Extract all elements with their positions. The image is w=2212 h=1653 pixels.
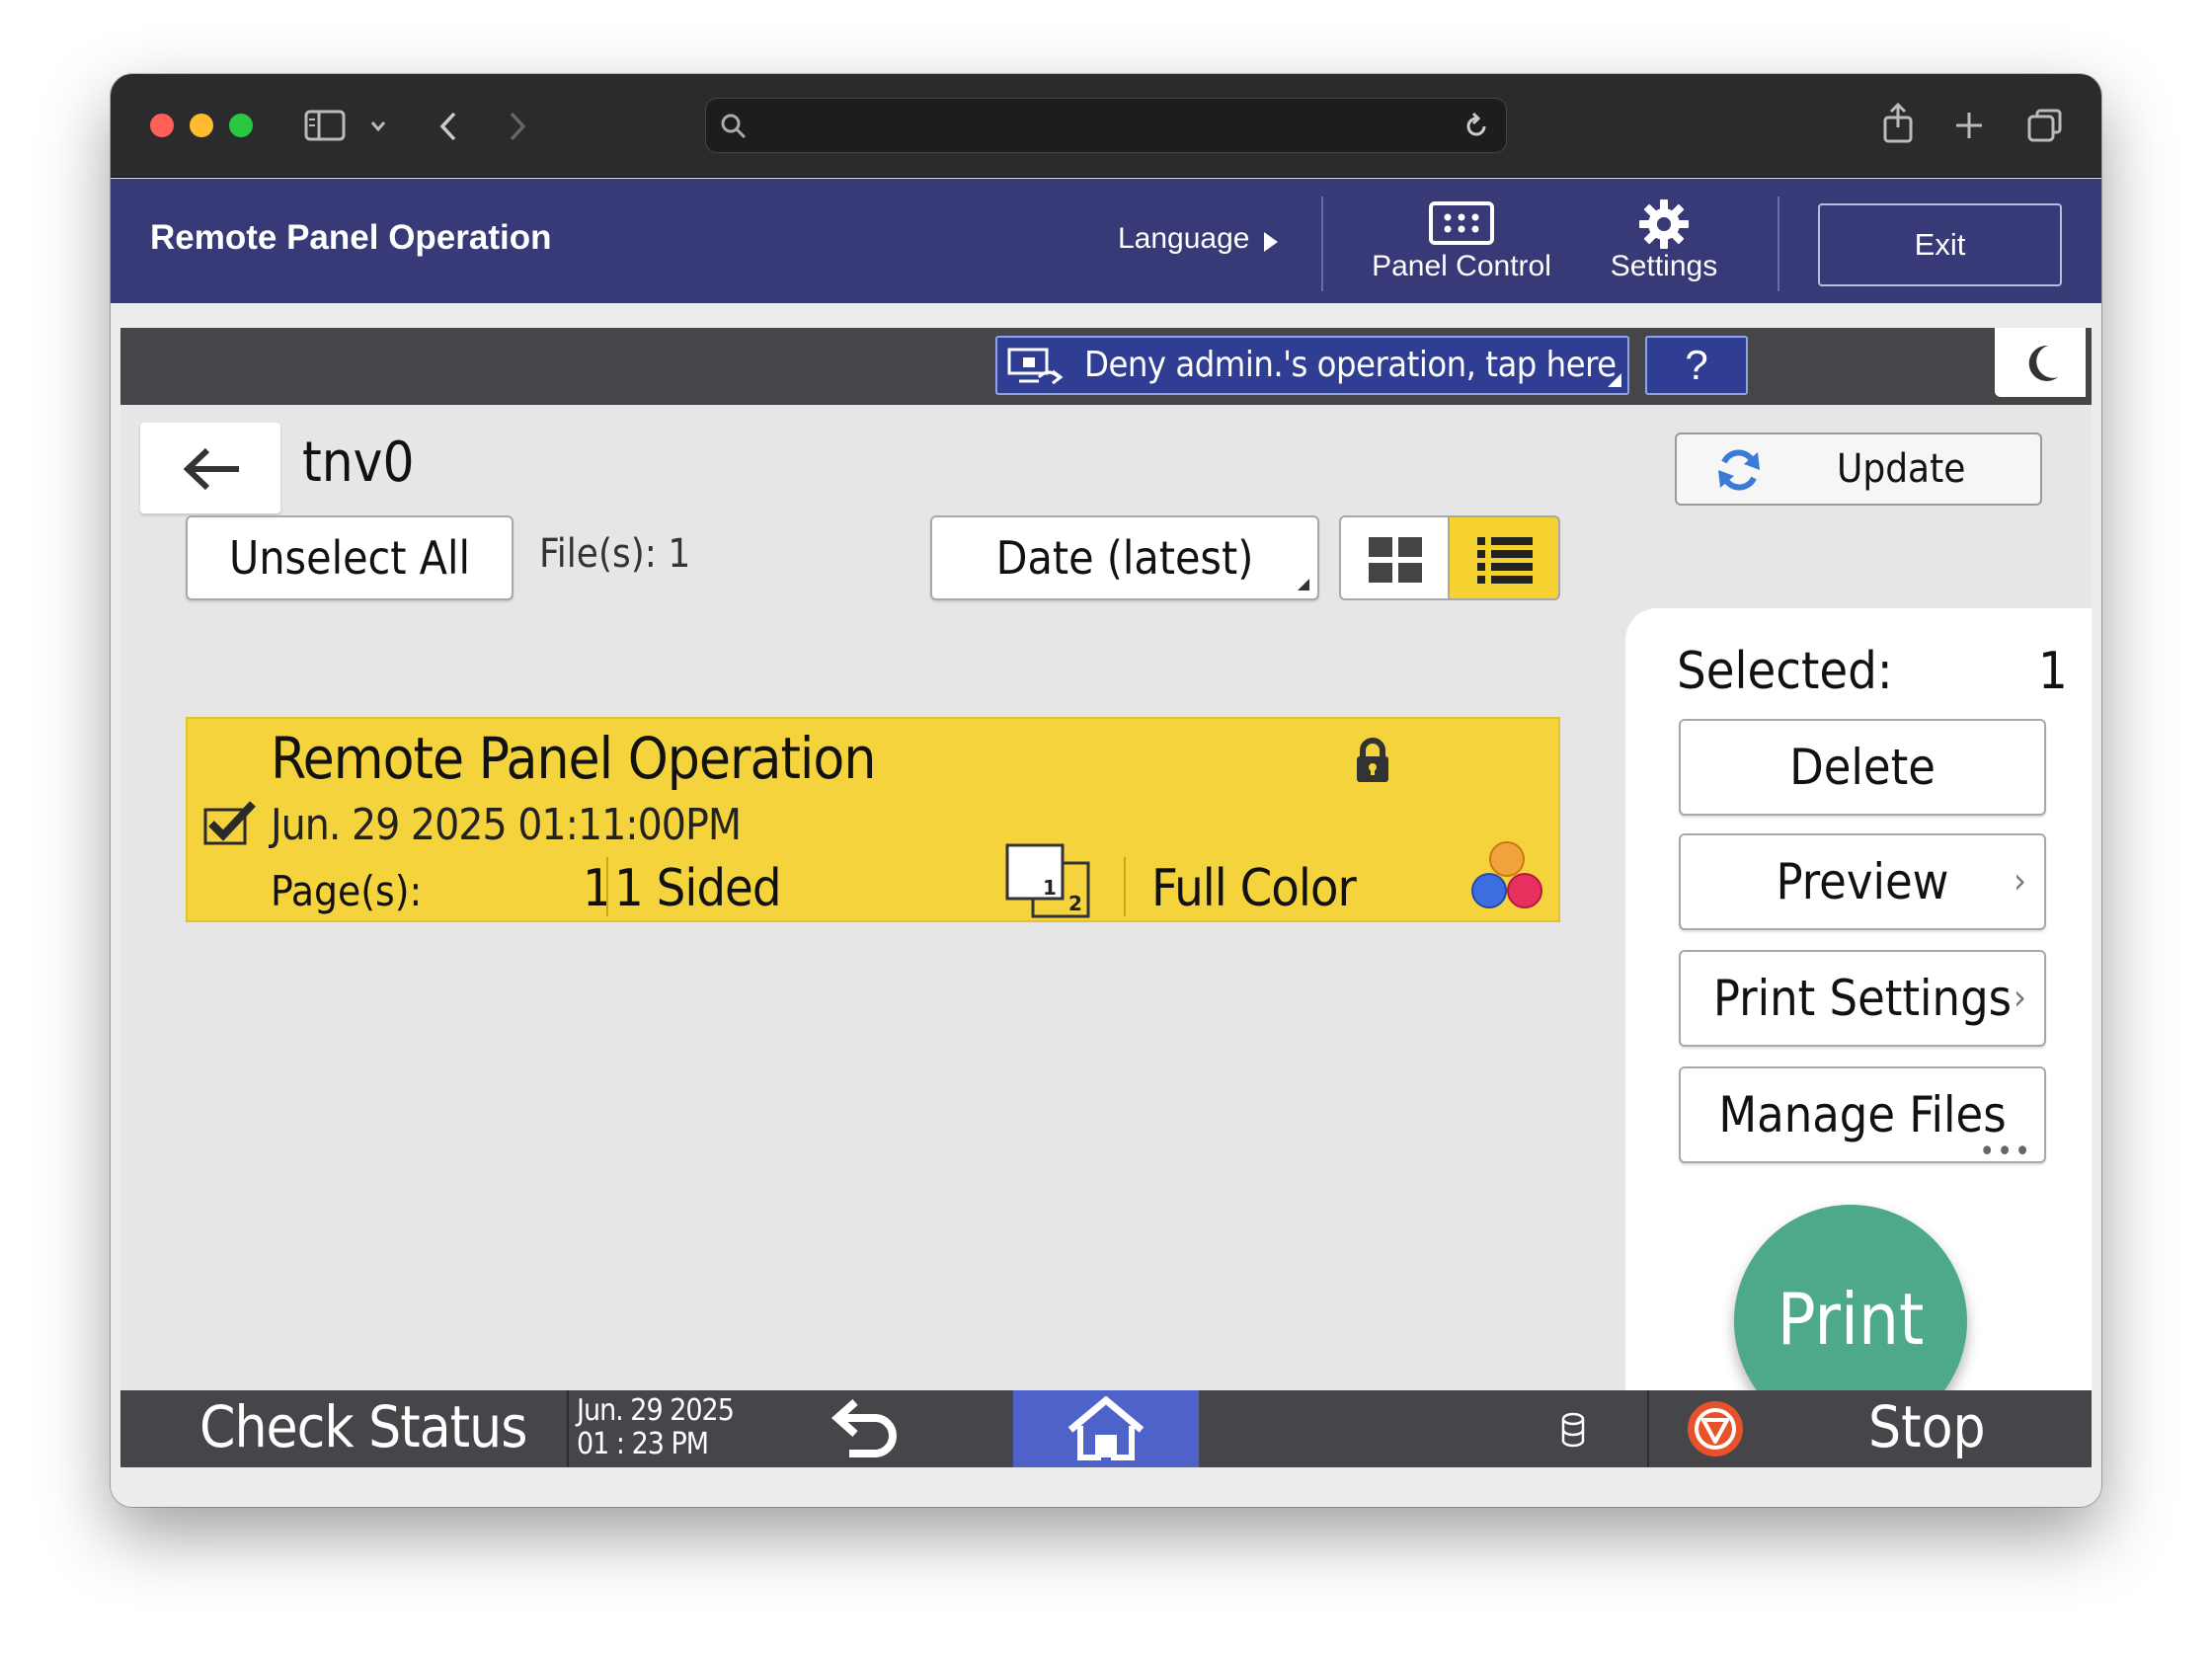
panel-control-button[interactable]: Panel Control <box>1363 191 1560 293</box>
update-button[interactable]: Update <box>1675 433 2042 506</box>
lock-icon <box>1357 738 1388 782</box>
bar-divider <box>567 1390 569 1467</box>
keypad-icon <box>1429 201 1494 245</box>
app-title: Remote Panel Operation <box>150 218 552 257</box>
one-sided-icon: 1 2 <box>1005 843 1090 918</box>
tab-overview-icon[interactable] <box>2026 108 2064 143</box>
stop-icon <box>1688 1401 1743 1456</box>
svg-text:2: 2 <box>1068 892 1082 915</box>
file-count: File(s): 1 <box>539 531 691 577</box>
panel-control-label: Panel Control <box>1372 250 1551 282</box>
address-bar[interactable] <box>705 98 1507 153</box>
sides-value: 1 Sided <box>614 859 782 918</box>
item-divider <box>1124 857 1126 916</box>
device-clock: Jun. 29 2025 01 : 23 PM <box>577 1393 735 1461</box>
chevron-right-icon: › <box>2014 978 2026 1018</box>
reload-icon[interactable] <box>1461 111 1492 142</box>
refresh-icon <box>1718 449 1760 491</box>
selected-label: Selected: <box>1677 642 1893 701</box>
color-mode-value: Full Color <box>1151 859 1357 918</box>
print-settings-label: Print Settings <box>1712 970 2013 1027</box>
manage-files-label: Manage Files <box>1718 1086 2007 1143</box>
zoom-window-button[interactable] <box>229 114 253 137</box>
full-color-icon <box>1471 841 1542 908</box>
remote-operation-icon <box>1007 348 1064 385</box>
forward-nav-icon[interactable] <box>506 110 529 143</box>
home-icon <box>1067 1396 1145 1460</box>
pages-label: Page(s): <box>271 867 423 915</box>
arrow-left-icon <box>183 447 239 491</box>
list-view-button[interactable] <box>1450 515 1560 600</box>
gear-icon <box>1639 199 1689 249</box>
language-button[interactable]: Language <box>1118 222 1249 256</box>
bottom-bar: Check Status Jun. 29 2025 01 : 23 PM Sto… <box>120 1390 2092 1467</box>
settings-button[interactable]: Settings <box>1600 191 1728 293</box>
corner-indicator <box>1298 579 1309 590</box>
sort-order-label: Date (latest) <box>995 531 1254 585</box>
home-button[interactable] <box>1013 1390 1199 1467</box>
folder-title: tnv0 <box>302 431 415 495</box>
settings-label: Settings <box>1610 250 1718 282</box>
return-icon[interactable] <box>824 1398 903 1459</box>
search-icon <box>721 114 747 139</box>
thumbnail-view-button[interactable] <box>1339 515 1450 600</box>
delete-button[interactable]: Delete <box>1679 719 2046 816</box>
exit-button[interactable]: Exit <box>1818 203 2062 286</box>
header-divider <box>1778 197 1779 291</box>
minimize-window-button[interactable] <box>190 114 213 137</box>
item-divider <box>606 857 608 916</box>
preview-button[interactable]: Preview › <box>1679 833 2046 930</box>
bar-divider <box>1647 1390 1649 1467</box>
share-icon[interactable] <box>1880 102 1916 145</box>
manage-files-button[interactable]: Manage Files ••• <box>1679 1066 2046 1167</box>
caret-right-icon <box>1264 232 1278 252</box>
new-tab-icon[interactable] <box>1953 110 1985 141</box>
file-name: Remote Panel Operation <box>271 725 876 792</box>
corner-indicator <box>1608 373 1621 387</box>
more-options-icon: ••• <box>1979 1135 2032 1169</box>
list-icon <box>1477 537 1533 584</box>
header-divider <box>1321 197 1323 291</box>
check-status-button[interactable]: Check Status <box>199 1390 527 1463</box>
panel-top-bar: Deny admin.'s operation, tap here ? <box>120 328 2092 405</box>
moon-icon <box>2028 345 2058 381</box>
back-nav-icon[interactable] <box>436 110 460 143</box>
chevron-down-icon[interactable] <box>369 119 387 133</box>
back-button[interactable] <box>140 423 280 513</box>
night-mode-button[interactable] <box>1995 328 2086 397</box>
checkmark-icon <box>203 801 256 845</box>
file-date: Jun. 29 2025 01:11:00PM <box>271 800 742 850</box>
deny-admin-operation-button[interactable]: Deny admin.'s operation, tap here <box>995 336 1629 395</box>
browser-toolbar <box>111 74 2101 178</box>
chevron-right-icon: › <box>2014 861 2026 902</box>
deny-admin-label: Deny admin.'s operation, tap here <box>1084 345 1617 385</box>
list-item[interactable]: Remote Panel Operation Jun. 29 2025 01:1… <box>186 717 1560 922</box>
print-settings-button[interactable]: Print Settings › <box>1679 950 2046 1047</box>
stop-button[interactable]: Stop <box>1868 1390 1986 1463</box>
unselect-all-button[interactable]: Unselect All <box>186 515 514 600</box>
browser-window: Remote Panel Operation Language Panel Co… <box>111 74 2101 1507</box>
preview-label: Preview <box>1776 853 1949 910</box>
update-label: Update <box>1837 446 1966 492</box>
clock-date: Jun. 29 2025 <box>577 1393 735 1428</box>
operation-panel: Deny admin.'s operation, tap here ? tnv0 <box>120 328 2092 1467</box>
sort-order-dropdown[interactable]: Date (latest) <box>930 515 1319 600</box>
storage-icon <box>1561 1412 1585 1448</box>
close-window-button[interactable] <box>150 114 174 137</box>
sidebar-toggle-icon[interactable] <box>304 110 346 141</box>
app-header: Remote Panel Operation Language Panel Co… <box>111 179 2101 303</box>
window-footer <box>111 1467 2101 1507</box>
delete-label: Delete <box>1789 739 1936 796</box>
svg-text:1: 1 <box>1043 876 1057 900</box>
grid-icon <box>1369 537 1422 583</box>
clock-time: 01 : 23 PM <box>577 1427 709 1461</box>
help-button[interactable]: ? <box>1645 336 1748 395</box>
selected-count: 1 <box>2038 642 2068 701</box>
